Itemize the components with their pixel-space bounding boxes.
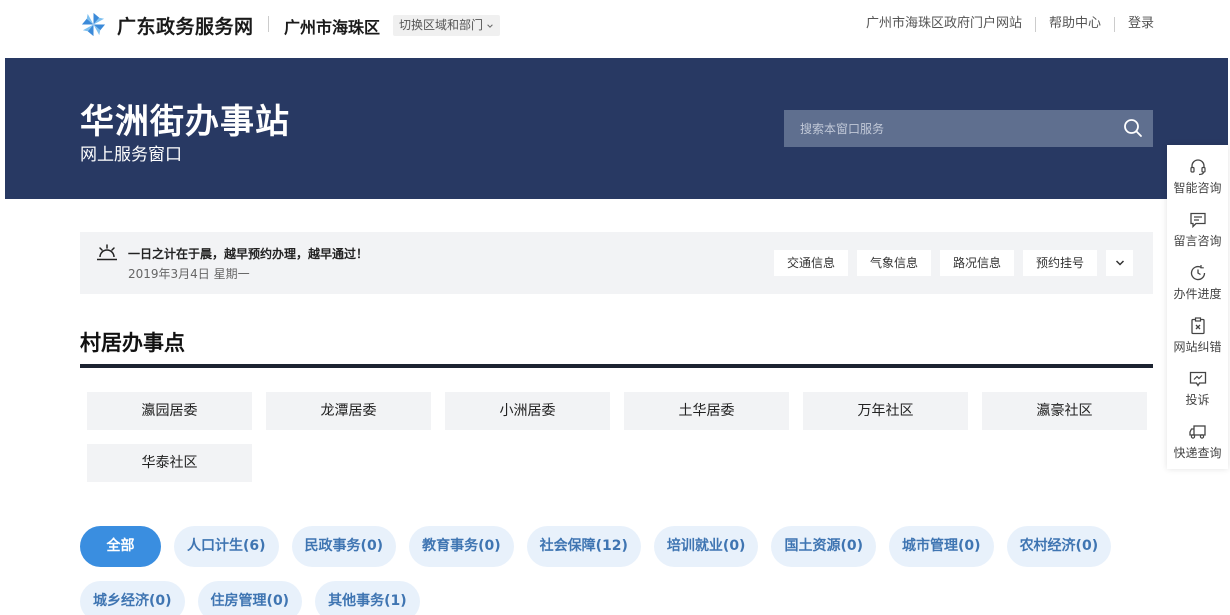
banner: 华洲街办事站 网上服务窗口 (5, 58, 1228, 199)
village-item[interactable]: 瀛园居委 (87, 392, 252, 430)
headset-icon (1189, 159, 1206, 176)
header-divider (268, 16, 269, 32)
search-box (784, 110, 1153, 147)
category-pill[interactable]: 其他事务(1) (315, 581, 420, 615)
pinwheel-logo-icon[interactable] (80, 11, 107, 38)
notice-message: 一日之计在于晨，越早预约办理，越早通过！ (128, 247, 369, 261)
top-links: 广州市海珠区政府门户网站 帮助中心 登录 (853, 15, 1154, 33)
more-links-button[interactable] (1106, 250, 1133, 276)
section-divider (80, 364, 1153, 368)
site-error-report-button[interactable]: 网站纠错 (1167, 317, 1228, 355)
village-item[interactable]: 瀛豪社区 (982, 392, 1147, 430)
float-item-label: 网站纠错 (1173, 340, 1222, 354)
search-icon[interactable] (1123, 118, 1143, 138)
float-item-label: 快递查询 (1173, 446, 1222, 460)
truck-icon (1188, 425, 1206, 439)
float-item-label: 智能咨询 (1173, 181, 1222, 195)
switch-region-label: 切换区域和部门 (399, 18, 484, 32)
message-consult-button[interactable]: 留言咨询 (1167, 211, 1228, 249)
section-title: 村居办事点 (80, 331, 185, 355)
category-filter: 全部 人口计生(6) 民政事务(0) 教育事务(0) 社会保障(12) 培训就业… (80, 526, 1160, 615)
category-pill[interactable]: 国土资源(0) (771, 526, 877, 567)
category-pill-all[interactable]: 全部 (80, 526, 161, 567)
category-pill[interactable]: 教育事务(0) (409, 526, 514, 567)
village-item[interactable]: 小洲居委 (445, 392, 610, 430)
category-pill[interactable]: 住房管理(0) (197, 581, 303, 615)
notice-bar: 一日之计在于晨，越早预约办理，越早通过！ 2019年3月4日 星期一 交通信息 … (80, 232, 1153, 294)
category-pill[interactable]: 民政事务(0) (291, 526, 397, 567)
category-pill[interactable]: 农村经济(0) (1006, 526, 1112, 567)
brand-name[interactable]: 广东政务服务网 (117, 12, 254, 39)
road-info-button[interactable]: 路况信息 (940, 250, 1014, 276)
message-icon (1189, 212, 1206, 229)
category-pill[interactable]: 城市管理(0) (889, 526, 994, 567)
category-pill[interactable]: 人口计生(6) (174, 526, 279, 567)
category-pill[interactable]: 城乡经济(0) (80, 581, 185, 615)
weather-info-button[interactable]: 气象信息 (857, 250, 931, 276)
traffic-info-button[interactable]: 交通信息 (774, 250, 848, 276)
help-center-link[interactable]: 帮助中心 (1036, 15, 1114, 33)
village-grid: 瀛园居委 龙潭居委 小洲居委 土华居委 万年社区 瀛豪社区 华泰社区 (87, 392, 1153, 482)
smart-consult-button[interactable]: 智能咨询 (1167, 158, 1228, 196)
page-subtitle: 网上服务窗口 (80, 145, 182, 165)
chevron-down-icon (1115, 260, 1124, 266)
page-title: 华洲街办事站 (80, 102, 290, 142)
chevron-down-icon (487, 23, 493, 28)
notice-date: 2019年3月4日 星期一 (128, 267, 250, 281)
clipboard-x-icon (1190, 317, 1205, 335)
appointment-button[interactable]: 预约挂号 (1023, 250, 1097, 276)
login-link[interactable]: 登录 (1115, 15, 1154, 33)
sunrise-icon (97, 244, 117, 261)
category-pill[interactable]: 社会保障(12) (526, 526, 641, 567)
gov-portal-link[interactable]: 广州市海珠区政府门户网站 (853, 15, 1035, 33)
express-query-button[interactable]: 快递查询 (1167, 423, 1228, 461)
quick-links: 交通信息 气象信息 路况信息 预约挂号 (774, 250, 1133, 276)
category-pill[interactable]: 培训就业(0) (653, 526, 759, 567)
search-input[interactable] (784, 110, 1114, 147)
float-toolbar: 智能咨询 留言咨询 办件进度 网站纠错 投诉 快递查询 (1167, 145, 1228, 469)
region-name: 广州市海珠区 (284, 18, 381, 37)
complaint-icon (1189, 371, 1206, 387)
float-item-label: 留言咨询 (1173, 234, 1222, 248)
switch-region-button[interactable]: 切换区域和部门 (393, 15, 501, 36)
complaint-button[interactable]: 投诉 (1167, 370, 1228, 408)
village-item[interactable]: 华泰社区 (87, 444, 252, 482)
progress-query-button[interactable]: 办件进度 (1167, 264, 1228, 302)
village-item[interactable]: 万年社区 (803, 392, 968, 430)
progress-clock-icon (1190, 265, 1205, 281)
village-item[interactable]: 龙潭居委 (266, 392, 431, 430)
top-header: 广东政务服务网 广州市海珠区 切换区域和部门 广州市海珠区政府门户网站 帮助中心… (0, 0, 1230, 58)
village-item[interactable]: 土华居委 (624, 392, 789, 430)
float-item-label: 办件进度 (1173, 287, 1222, 301)
float-item-label: 投诉 (1185, 393, 1210, 407)
